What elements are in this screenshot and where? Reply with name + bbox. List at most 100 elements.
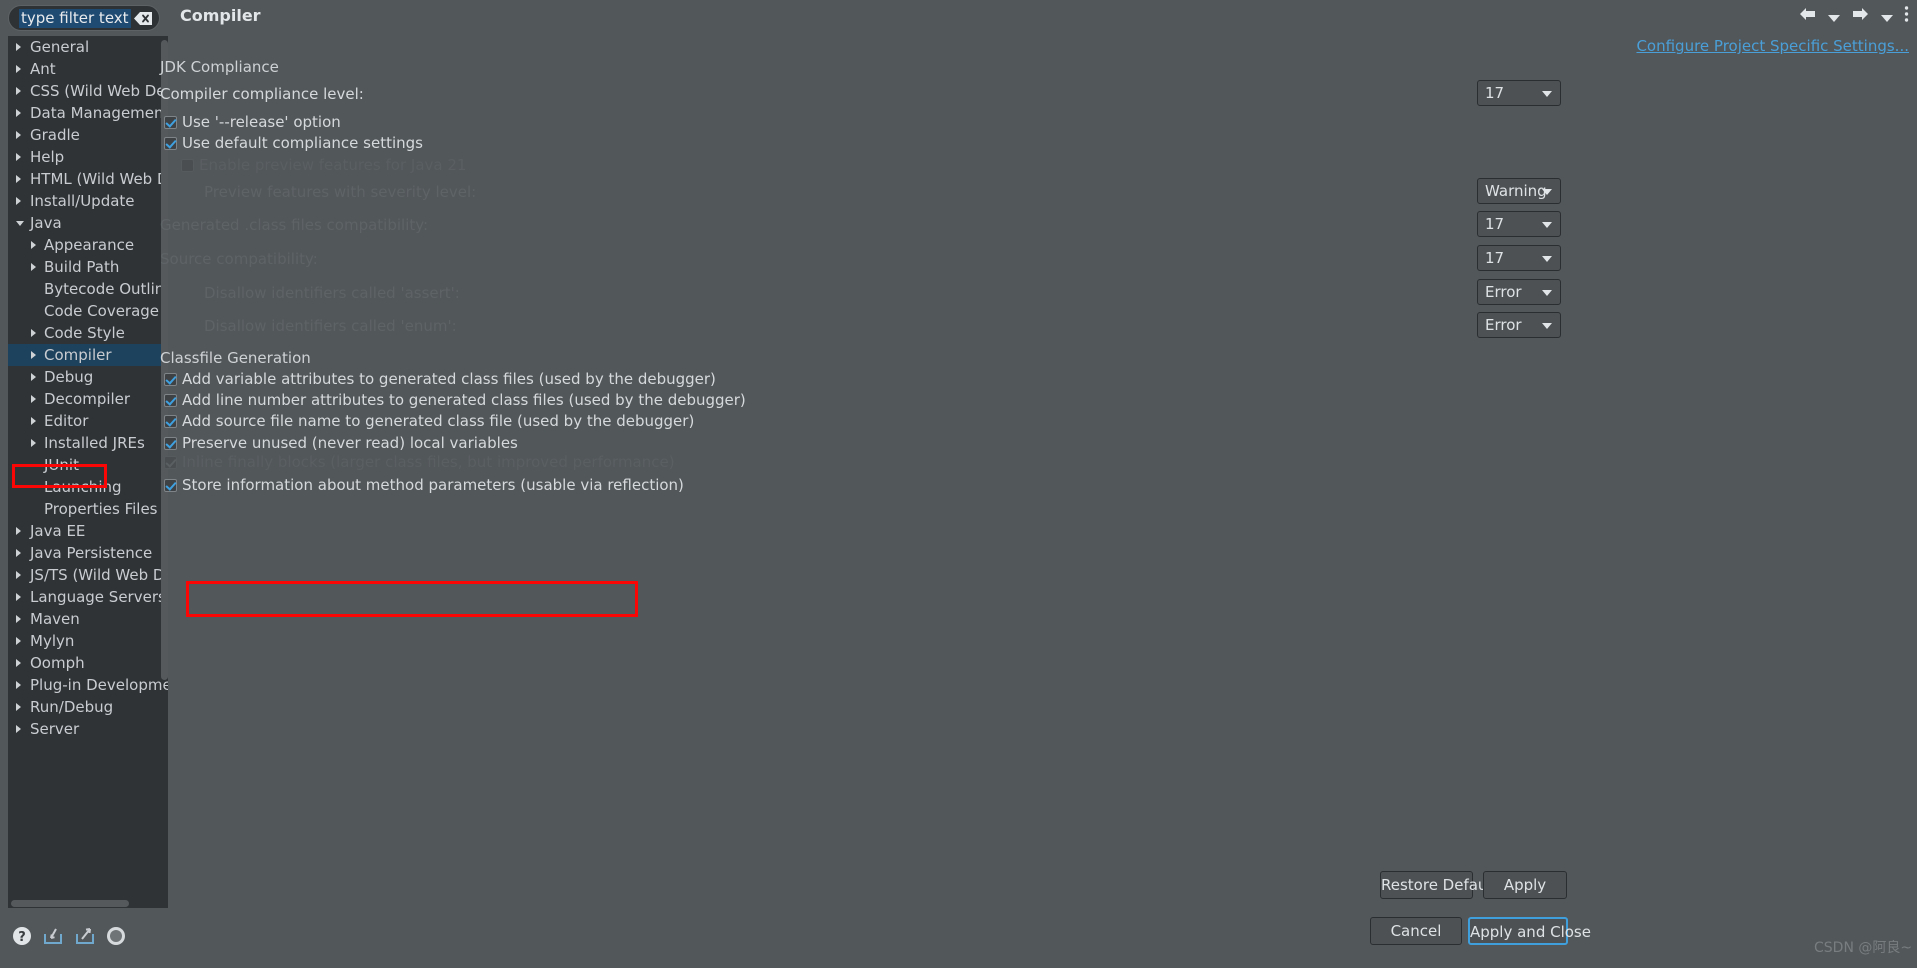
chevron-right-icon[interactable] — [31, 417, 36, 425]
sidebar-item-install-update[interactable]: Install/Update — [8, 190, 168, 212]
chevron-right-icon[interactable] — [16, 615, 21, 623]
chevron-right-icon[interactable] — [31, 395, 36, 403]
classfile-option-row-0[interactable]: Add variable attributes to generated cla… — [164, 370, 716, 388]
sidebar-item-gradle[interactable]: Gradle — [8, 124, 168, 146]
chevron-right-icon[interactable] — [16, 65, 21, 73]
chevron-right-icon[interactable] — [16, 109, 21, 117]
generated-class-files-compatibility-dropdown[interactable]: 17 — [1477, 211, 1561, 237]
help-icon[interactable]: ? — [12, 926, 32, 950]
chevron-right-icon[interactable] — [31, 329, 36, 337]
classfile-option-row-2[interactable]: Add source file name to generated class … — [164, 412, 694, 430]
chevron-right-icon[interactable] — [31, 439, 36, 447]
chevron-right-icon[interactable] — [16, 571, 21, 579]
import-icon[interactable] — [42, 926, 64, 950]
sidebar-item-code-style[interactable]: Code Style — [8, 322, 168, 344]
sidebar-item-mylyn[interactable]: Mylyn — [8, 630, 168, 652]
configure-project-specific-settings-link[interactable]: Configure Project Specific Settings... — [1636, 37, 1909, 55]
sidebar-item-ant[interactable]: Ant — [8, 58, 168, 80]
classfile-option-row-5[interactable]: Store information about method parameter… — [164, 476, 684, 494]
sidebar-item-label: Appearance — [44, 236, 135, 254]
sidebar-item-appearance[interactable]: Appearance — [8, 234, 168, 256]
sidebar-item-data-management[interactable]: Data Management — [8, 102, 168, 124]
sidebar-item-launching[interactable]: Launching — [8, 476, 168, 498]
chevron-right-icon[interactable] — [16, 131, 21, 139]
sidebar-item-run-debug[interactable]: Run/Debug — [8, 696, 168, 718]
classfile-option-checkbox-2[interactable] — [164, 414, 177, 428]
classfile-option-checkbox-5[interactable] — [164, 478, 177, 492]
sidebar-item-compiler[interactable]: Compiler — [8, 344, 168, 366]
sidebar-item-java-persistence[interactable]: Java Persistence — [8, 542, 168, 564]
vertical-dots-icon[interactable] — [1904, 5, 1909, 27]
chevron-down-icon[interactable] — [16, 221, 24, 230]
chevron-right-icon[interactable] — [31, 241, 36, 249]
use-default-compliance-checkbox-row[interactable]: Use default compliance settings — [164, 134, 423, 152]
use-release-option-checkbox-row[interactable]: Use '--release' option — [164, 113, 341, 131]
chevron-right-icon[interactable] — [16, 637, 21, 645]
classfile-option-checkbox-3[interactable] — [164, 436, 177, 450]
sidebar-item-decompiler[interactable]: Decompiler — [8, 388, 168, 410]
restore-defaults-button[interactable]: Restore Defaults — [1380, 871, 1505, 899]
chevron-right-icon[interactable] — [31, 373, 36, 381]
chevron-right-icon[interactable] — [16, 43, 21, 51]
tree-horizontal-scrollbar[interactable] — [8, 899, 168, 908]
chevron-right-icon[interactable] — [16, 87, 21, 95]
classfile-option-row-3[interactable]: Preserve unused (never read) local varia… — [164, 434, 518, 452]
sidebar-item-bytecode-outline[interactable]: Bytecode Outline — [8, 278, 168, 300]
globe-icon[interactable] — [106, 926, 126, 950]
compliance-level-dropdown[interactable]: 17 — [1477, 80, 1561, 106]
chevron-right-icon[interactable] — [31, 263, 36, 271]
chevron-right-icon[interactable] — [16, 153, 21, 161]
sidebar-item-debug[interactable]: Debug — [8, 366, 168, 388]
tree-horizontal-scrollbar-thumb[interactable] — [11, 900, 129, 907]
preferences-tree[interactable]: General Ant CSS (Wild Web Developer) Data M… — [8, 36, 168, 899]
sidebar-item-editor[interactable]: Editor — [8, 410, 168, 432]
classfile-option-row-1[interactable]: Add line number attributes to generated … — [164, 391, 746, 409]
sidebar-item-plug-in-development[interactable]: Plug-in Development — [8, 674, 168, 696]
chevron-right-icon[interactable] — [16, 527, 21, 535]
sidebar-item-java[interactable]: Java — [8, 212, 168, 234]
sidebar-item-label: General — [30, 38, 90, 56]
chevron-right-icon[interactable] — [16, 197, 21, 205]
sidebar-item-css-wild-web-developer[interactable]: CSS (Wild Web Developer) — [8, 80, 168, 102]
sidebar-item-oomph[interactable]: Oomph — [8, 652, 168, 674]
chevron-right-icon[interactable] — [16, 659, 21, 667]
back-arrow-icon[interactable] — [1798, 6, 1817, 26]
use-default-compliance-checkbox[interactable] — [164, 136, 177, 150]
preview-severity-dropdown[interactable]: Warning — [1477, 178, 1561, 204]
forward-arrow-icon[interactable] — [1851, 6, 1870, 26]
chevron-right-icon[interactable] — [16, 681, 21, 689]
clear-icon[interactable] — [133, 11, 153, 26]
disallow-enum-dropdown[interactable]: Error — [1477, 312, 1561, 338]
chevron-right-icon[interactable] — [16, 703, 21, 711]
sidebar-item-general[interactable]: General — [8, 36, 168, 58]
chevron-right-icon[interactable] — [16, 549, 21, 557]
chevron-right-icon[interactable] — [16, 175, 21, 183]
sidebar-item-junit[interactable]: JUnit — [8, 454, 168, 476]
chevron-right-icon[interactable] — [31, 351, 36, 359]
chevron-right-icon[interactable] — [16, 725, 21, 733]
sidebar-item-js-ts-wild-web-developer[interactable]: JS/TS (Wild Web Developer) — [8, 564, 168, 586]
sidebar-item-maven[interactable]: Maven — [8, 608, 168, 630]
disallow-assert-dropdown[interactable]: Error — [1477, 279, 1561, 305]
apply-and-close-button[interactable]: Apply and Close — [1468, 917, 1591, 945]
cancel-button[interactable]: Cancel — [1370, 917, 1462, 945]
chevron-right-icon[interactable] — [16, 593, 21, 601]
use-release-option-checkbox[interactable] — [164, 115, 177, 129]
classfile-option-checkbox-1[interactable] — [164, 393, 177, 407]
filter-input[interactable]: type filter text — [8, 5, 160, 31]
sidebar-item-java-ee[interactable]: Java EE — [8, 520, 168, 542]
sidebar-item-code-coverage[interactable]: Code Coverage — [8, 300, 168, 322]
sidebar-item-language-servers[interactable]: Language Servers — [8, 586, 168, 608]
sidebar-item-properties-files-editor[interactable]: Properties Files Editor — [8, 498, 168, 520]
sidebar-item-installed-jres[interactable]: Installed JREs — [8, 432, 168, 454]
sidebar-item-build-path[interactable]: Build Path — [8, 256, 168, 278]
sidebar-item-html-wild-web-developer[interactable]: HTML (Wild Web Developer) — [8, 168, 168, 190]
forward-dropdown-chevron-down-icon[interactable] — [1881, 7, 1893, 26]
apply-button[interactable]: Apply — [1483, 871, 1567, 899]
export-icon[interactable] — [74, 926, 96, 950]
sidebar-item-help[interactable]: Help — [8, 146, 168, 168]
classfile-option-checkbox-0[interactable] — [164, 372, 177, 386]
sidebar-item-server[interactable]: Server — [8, 718, 168, 740]
source-compatibility-dropdown[interactable]: 17 — [1477, 245, 1561, 271]
back-dropdown-chevron-down-icon[interactable] — [1828, 7, 1840, 26]
